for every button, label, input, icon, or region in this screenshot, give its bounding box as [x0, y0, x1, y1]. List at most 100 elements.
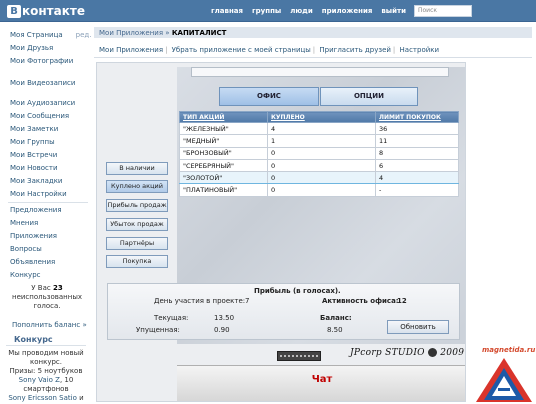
- sidebar-item-events[interactable]: Мои Встречи: [10, 151, 57, 159]
- vk-logo[interactable]: В контакте: [7, 3, 85, 19]
- topup-link[interactable]: Пополнить баланс »: [12, 321, 87, 329]
- nav-groups[interactable]: группы: [252, 7, 281, 15]
- current-label: Текущая:: [154, 314, 189, 322]
- days-value: 7: [245, 297, 250, 305]
- sales-loss-button[interactable]: Убыток продаж: [106, 218, 168, 231]
- balance-info: У Вас 23 неиспользованных голоса.: [6, 284, 88, 311]
- cell-limit: 11: [375, 134, 459, 148]
- cell-bought: 0: [267, 171, 376, 185]
- studio-logo-text: JPcorp STUDIO 2009: [350, 348, 464, 358]
- contest-line2: Призы: 5 ноутбуков: [9, 367, 83, 375]
- activity-value: 12: [397, 297, 407, 305]
- sidebar-item-friends[interactable]: Мои Друзья: [10, 44, 53, 52]
- sidebar-item-ads[interactable]: Объявления: [10, 258, 55, 266]
- profit-panel: Прибыль (в голосах). День участия в прое…: [107, 283, 460, 340]
- cell-bought: 0: [267, 183, 376, 197]
- sidebar: Моя Страница ред. Мои Друзья Мои Фотограф…: [0, 22, 92, 404]
- missed-label: Упущенная:: [136, 326, 180, 334]
- cell-bought: 4: [267, 121, 376, 136]
- breadcrumb-link[interactable]: Мои Приложения »: [99, 29, 170, 37]
- table-row[interactable]: "СЕРЕБРЯНЫЙ" 0 6: [179, 158, 459, 173]
- app-subnav: Мои Приложения | Убрать приложение с моей…: [99, 46, 439, 54]
- subnav-divider: [94, 57, 532, 58]
- in-stock-button[interactable]: В наличии: [106, 162, 168, 175]
- watermark-text: magnetida.ru: [482, 346, 536, 354]
- contest-link-satio[interactable]: Sony Ericsson Satio: [8, 394, 77, 402]
- shares-table: ТИП АКЦИЙ КУПЛЕНО ЛИМИТ ПОКУПОК "ЖЕЛЕЗНЫ…: [179, 111, 459, 197]
- purchase-button[interactable]: Покупка: [106, 255, 168, 268]
- sidebar-item-offers[interactable]: Предложения: [10, 206, 62, 214]
- cell-bought: 1: [267, 134, 376, 148]
- table-row-selected[interactable]: "ЗОЛОТОЙ" 0 4: [179, 171, 459, 185]
- column-header-type[interactable]: ТИП АКЦИЙ: [179, 111, 268, 123]
- subnav-my-apps[interactable]: Мои Приложения: [99, 46, 163, 54]
- tab-office[interactable]: ОФИС: [219, 87, 319, 106]
- sidebar-item-label: Моя Страница: [10, 31, 63, 39]
- sidebar-item-apps[interactable]: Приложения: [10, 232, 57, 240]
- partners-button[interactable]: Партнёры: [106, 237, 168, 250]
- chat-button[interactable]: Чат: [177, 374, 465, 385]
- breadcrumb: Мои Приложения » КАПИТАЛИСТ: [99, 29, 226, 37]
- sidebar-item-contest[interactable]: Конкурс: [10, 271, 41, 279]
- column-header-bought[interactable]: КУПЛЕНО: [267, 111, 376, 123]
- sidebar-item-news[interactable]: Мои Новости: [10, 164, 58, 172]
- sidebar-item-opinions[interactable]: Мнения: [10, 219, 38, 227]
- sidebar-item-my-page[interactable]: Моя Страница ред.: [10, 31, 91, 39]
- contest-line1: Мы проводим новый конкурс.: [8, 349, 84, 366]
- subnav-separator: |: [392, 46, 396, 54]
- sidebar-divider: [8, 202, 88, 203]
- nav-logout[interactable]: выйти: [381, 7, 406, 15]
- subnav-settings[interactable]: Настройки: [400, 46, 440, 54]
- sidebar-item-groups[interactable]: Мои Группы: [10, 138, 55, 146]
- vk-logo-mark: В: [7, 4, 21, 18]
- edit-link[interactable]: ред.: [76, 31, 92, 39]
- current-value: 13.50: [214, 314, 235, 322]
- sidebar-item-photos[interactable]: Мои Фотографии: [10, 57, 73, 65]
- nav-home[interactable]: главная: [211, 7, 243, 15]
- contest-link-vaio[interactable]: Sony Vaio Z: [19, 376, 60, 384]
- sidebar-item-videos[interactable]: Мои Видеозаписи: [10, 79, 75, 87]
- cell-limit: -: [375, 183, 459, 197]
- tab-options[interactable]: ОПЦИИ: [320, 87, 418, 106]
- sales-profit-button[interactable]: Прибыль продаж: [106, 199, 168, 212]
- studio-globe-icon: [428, 348, 438, 357]
- column-header-limit[interactable]: ЛИМИТ ПОКУПОК: [375, 111, 459, 123]
- cell-type: "БРОНЗОВЫЙ": [179, 146, 268, 160]
- app-top-strip: [191, 67, 449, 77]
- cell-type: "ЖЕЛЕЗНЫЙ": [179, 121, 268, 136]
- update-button[interactable]: Обновить: [387, 320, 449, 334]
- search-input[interactable]: Поиск: [414, 5, 472, 17]
- subnav-remove-app[interactable]: Убрать приложение с моей страницы: [172, 46, 311, 54]
- sidebar-item-notes[interactable]: Мои Заметки: [10, 125, 58, 133]
- studio-name: JPcorp STUDIO: [350, 348, 425, 358]
- activity-label: Активность офиса:: [322, 297, 399, 305]
- balance-label: Баланс:: [320, 314, 352, 322]
- cell-limit: 6: [375, 158, 459, 173]
- cell-limit: 8: [375, 146, 459, 160]
- sidebar-item-audio[interactable]: Мои Аудиозаписи: [10, 99, 75, 107]
- cell-type: "СЕРЕБРЯНЫЙ": [179, 158, 268, 173]
- missed-value: 0.90: [214, 326, 230, 334]
- sidebar-item-questions[interactable]: Вопросы: [10, 245, 42, 253]
- balance-value: 8.50: [327, 326, 343, 334]
- table-row[interactable]: "ПЛАТИНОВЫЙ" 0 -: [179, 183, 459, 197]
- sidebar-item-settings[interactable]: Мои Настройки: [10, 190, 67, 198]
- nav-apps[interactable]: приложения: [322, 7, 373, 15]
- profit-title: Прибыль (в голосах).: [254, 287, 341, 295]
- table-row[interactable]: "БРОНЗОВЫЙ" 0 8: [179, 146, 459, 160]
- table-row[interactable]: "ЖЕЛЕЗНЫЙ" 4 36: [179, 121, 459, 136]
- bought-shares-button[interactable]: Куплено акций: [106, 180, 168, 193]
- cell-bought: 0: [267, 146, 376, 160]
- subnav-invite[interactable]: Пригласить друзей: [319, 46, 391, 54]
- studio-year: 2009: [440, 348, 465, 358]
- nav-people[interactable]: люди: [290, 7, 313, 15]
- days-label: День участия в проекте:: [154, 297, 246, 305]
- cell-type: "МЕДНЫЙ": [179, 134, 268, 148]
- balance-prefix: У Вас: [31, 284, 51, 292]
- table-row[interactable]: "МЕДНЫЙ" 1 11: [179, 134, 459, 148]
- cell-type: "ЗОЛОТОЙ": [179, 171, 268, 185]
- sidebar-item-bookmarks[interactable]: Мои Закладки: [10, 177, 62, 185]
- balance-suffix: неиспользованных голоса.: [12, 293, 82, 310]
- sidebar-item-messages[interactable]: Мои Сообщения: [10, 112, 69, 120]
- balance-value: 23: [52, 284, 63, 292]
